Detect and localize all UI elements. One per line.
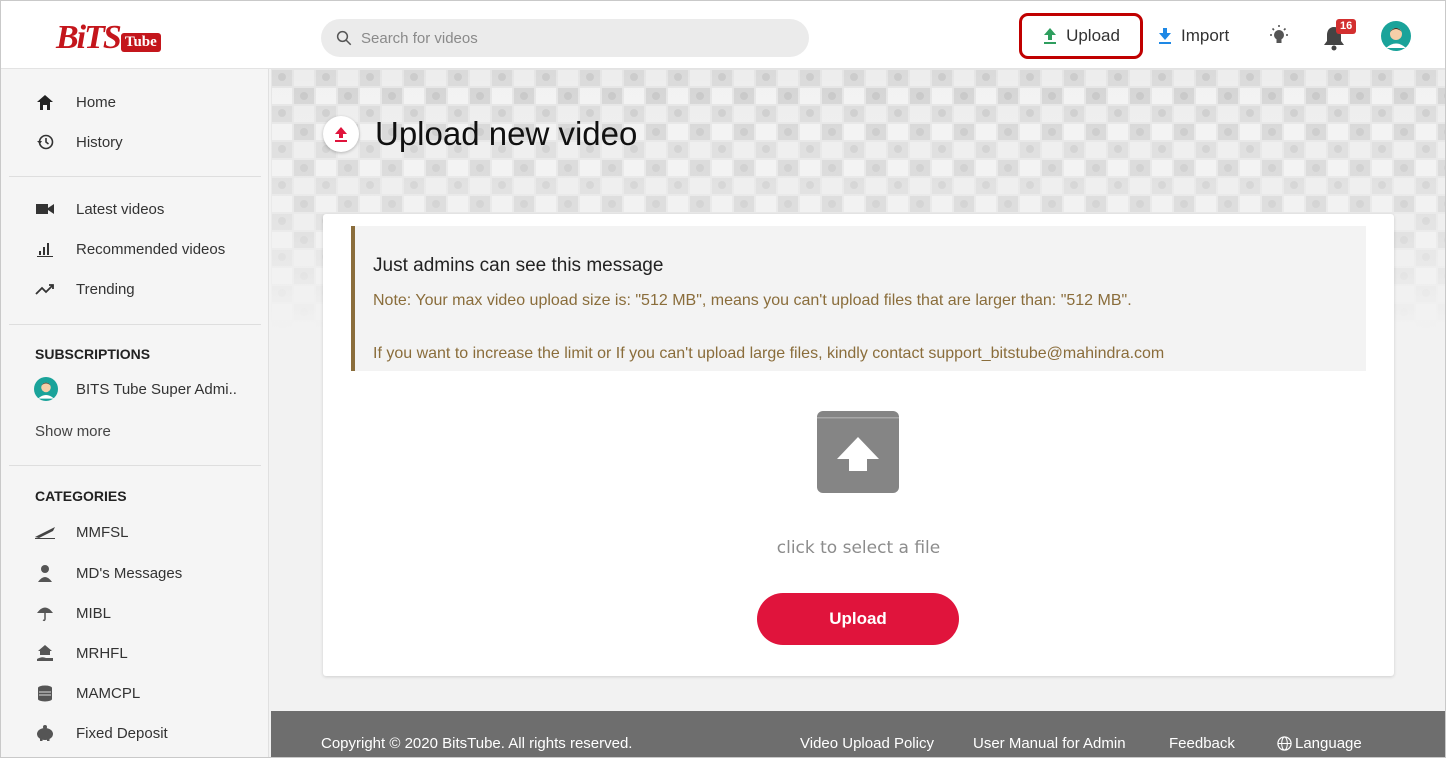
category-item-fixed-deposit[interactable]: Fixed Deposit	[1, 715, 269, 751]
search-bar[interactable]	[321, 19, 809, 57]
sidebar-item-label: History	[76, 133, 123, 151]
sidebar-divider	[9, 324, 261, 325]
avatar-icon	[34, 377, 58, 401]
page-title: Upload new video	[375, 115, 638, 152]
show-more-link[interactable]: Show more	[35, 423, 111, 440]
sidebar: Home History Latest videos Recommended v…	[1, 69, 269, 757]
upload-card: Just admins can see this message Note: Y…	[323, 214, 1394, 676]
sidebar-item-label: Trending	[76, 280, 135, 298]
umbrella-icon	[35, 603, 55, 623]
alert-heading: Just admins can see this message	[373, 255, 664, 276]
header-import-label: Import	[1181, 26, 1230, 45]
subscriptions-heading: SUBSCRIPTIONS	[35, 346, 151, 362]
plane-icon	[35, 522, 55, 542]
piggy-bank-icon	[35, 723, 55, 743]
select-file-text[interactable]: click to select a file	[323, 538, 1394, 558]
light-bulb-icon[interactable]	[1266, 23, 1292, 49]
alert-note: Note: Your max video upload size is: "51…	[373, 292, 1132, 309]
sidebar-item-label: Recommended videos	[76, 240, 226, 258]
category-label: MMFSL	[76, 523, 129, 541]
footer-link-user-manual[interactable]: User Manual for Admin	[973, 735, 1126, 752]
sidebar-item-label: Latest videos	[76, 200, 165, 218]
trending-icon	[35, 279, 55, 299]
sidebar-divider	[9, 465, 261, 466]
alert-contact: If you want to increase the limit or If …	[373, 345, 1165, 362]
category-item-mamcpl[interactable]: MAMCPL	[1, 675, 269, 711]
upload-title-icon	[323, 116, 359, 152]
sidebar-item-label: BITS Tube Super Admi..	[76, 380, 237, 398]
sidebar-item-trending[interactable]: Trending	[1, 271, 269, 307]
header-import-button[interactable]: Import	[1157, 23, 1229, 49]
category-label: MIBL	[76, 604, 112, 622]
user-avatar-icon[interactable]	[1381, 21, 1411, 51]
category-item-mds-messages[interactable]: MD's Messages	[1, 555, 269, 591]
category-label: Fixed Deposit	[76, 724, 168, 742]
sidebar-item-history[interactable]: History	[1, 124, 269, 160]
top-header: BiTS Tube Upload Import 16	[1, 1, 1445, 69]
sidebar-item-subscription[interactable]: BITS Tube Super Admi..	[1, 371, 269, 407]
category-item-mibl[interactable]: MIBL	[1, 595, 269, 631]
footer-copyright: Copyright © 2020 BitsTube. All rights re…	[321, 735, 633, 752]
sidebar-item-latest-videos[interactable]: Latest videos	[1, 191, 269, 227]
sidebar-divider	[9, 176, 261, 177]
bitstube-logo[interactable]: BiTS Tube	[56, 19, 161, 55]
categories-heading: CATEGORIES	[35, 488, 127, 504]
category-item-mrhfl[interactable]: MRHFL	[1, 635, 269, 671]
bar-chart-icon	[35, 239, 55, 259]
footer-link-feedback[interactable]: Feedback	[1169, 735, 1235, 752]
person-icon	[35, 563, 55, 583]
upload-arrow-icon	[1044, 28, 1057, 44]
house-hand-icon	[35, 643, 55, 663]
app-window: BiTS Tube Upload Import 16	[0, 0, 1446, 758]
category-label: MAMCPL	[76, 684, 141, 702]
globe-icon	[1277, 736, 1292, 751]
search-input[interactable]	[361, 29, 781, 47]
header-upload-button[interactable]: Upload	[1019, 13, 1143, 59]
header-upload-label: Upload	[1066, 26, 1120, 45]
file-drop-icon[interactable]	[815, 409, 901, 495]
sidebar-item-label: Home	[76, 93, 117, 111]
notification-badge: 16	[1336, 19, 1357, 34]
logo-sub: Tube	[120, 33, 161, 52]
footer: Copyright © 2020 BitsTube. All rights re…	[271, 711, 1445, 757]
coins-icon	[35, 683, 55, 703]
home-icon	[35, 92, 55, 112]
category-label: MD's Messages	[76, 564, 183, 582]
category-item-mmfsl[interactable]: MMFSL	[1, 514, 269, 550]
video-camera-icon	[35, 199, 55, 219]
download-arrow-icon	[1159, 28, 1171, 44]
footer-language-button[interactable]: Language	[1295, 735, 1362, 752]
sidebar-item-home[interactable]: Home	[1, 84, 269, 120]
notifications-button[interactable]: 16	[1321, 19, 1357, 51]
logo-text: BiTS	[56, 19, 122, 56]
admin-alert: Just admins can see this message Note: Y…	[351, 226, 1366, 371]
upload-button[interactable]: Upload	[757, 593, 959, 645]
footer-link-upload-policy[interactable]: Video Upload Policy	[800, 735, 934, 752]
history-icon	[35, 132, 55, 152]
category-label: MRHFL	[76, 644, 128, 662]
search-icon	[336, 30, 352, 46]
sidebar-item-recommended-videos[interactable]: Recommended videos	[1, 231, 269, 267]
page-header: Upload new video	[323, 115, 637, 153]
